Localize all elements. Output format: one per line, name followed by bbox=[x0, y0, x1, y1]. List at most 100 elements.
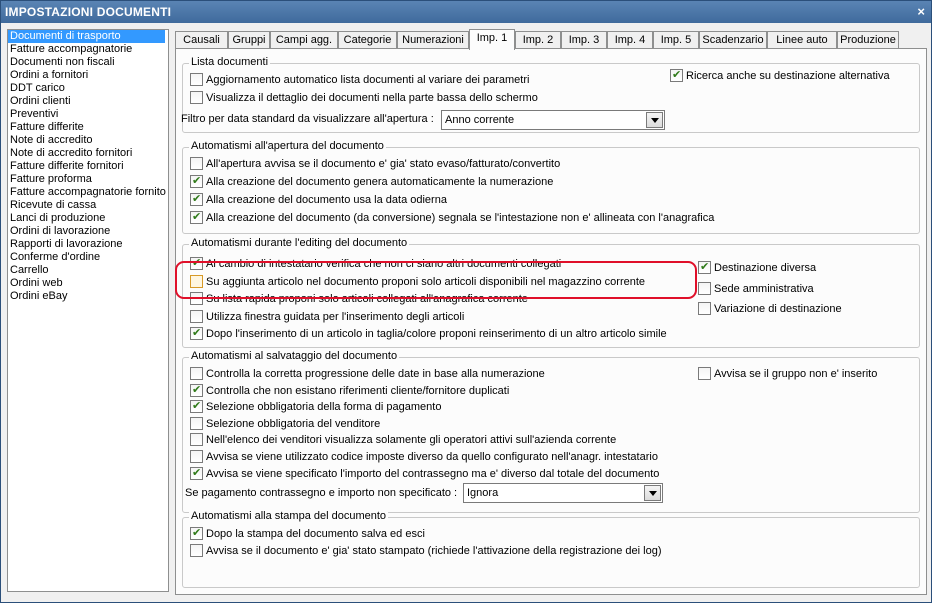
tab-categorie[interactable]: Categorie bbox=[338, 31, 397, 49]
tab-imp-4[interactable]: Imp. 4 bbox=[607, 31, 653, 49]
option-checkbox[interactable] bbox=[190, 309, 203, 323]
chevron-down-icon[interactable] bbox=[644, 485, 661, 501]
doc-type-item[interactable]: Ordini web bbox=[8, 277, 168, 290]
option-label: Al cambio di intestatario verifica che n… bbox=[206, 258, 562, 270]
search-alt-dest-option[interactable]: Ricerca anche su destinazione alternativ… bbox=[670, 68, 910, 83]
option-checkbox[interactable] bbox=[190, 416, 203, 430]
option-checkbox[interactable] bbox=[190, 157, 203, 170]
option-checkbox[interactable] bbox=[190, 466, 203, 480]
option-checkbox[interactable] bbox=[190, 174, 203, 188]
option-label: Dopo l'inserimento di un articolo in tag… bbox=[206, 328, 667, 341]
group-editing: Automatismi durante l'editing del docume… bbox=[182, 237, 920, 348]
destination-checkbox[interactable] bbox=[698, 302, 711, 315]
option-checkbox[interactable] bbox=[190, 210, 203, 224]
tab-campi-agg[interactable]: Campi agg. bbox=[270, 31, 338, 49]
option-label: Avvisa se viene utilizzato codice impost… bbox=[206, 451, 658, 463]
option-checkbox[interactable] bbox=[190, 433, 203, 447]
group-apertura: Automatismi all'apertura del documento A… bbox=[182, 140, 920, 234]
tab-produzione[interactable]: Produzione bbox=[837, 31, 899, 49]
document-type-list[interactable]: Documenti di trasporto Fatture accompagna… bbox=[7, 29, 169, 592]
doc-type-item[interactable]: Fatture accompagnatorie bbox=[8, 43, 168, 56]
doc-type-item[interactable]: Documenti non fiscali bbox=[8, 56, 168, 69]
window-title: IMPOSTAZIONI DOCUMENTI bbox=[5, 5, 172, 19]
search-alt-dest-checkbox[interactable] bbox=[670, 68, 683, 82]
doc-type-item[interactable]: Note di accredito bbox=[8, 134, 168, 147]
option-checkbox[interactable] bbox=[190, 256, 203, 270]
option-checkbox[interactable] bbox=[190, 326, 203, 341]
tab-imp-5[interactable]: Imp. 5 bbox=[653, 31, 699, 49]
destination-checkbox[interactable] bbox=[698, 281, 711, 295]
auto-update-label: Aggiornamento automatico lista documenti… bbox=[206, 74, 530, 86]
doc-type-item[interactable]: Lanci di produzione bbox=[8, 212, 168, 225]
destination-label: Variazione di destinazione bbox=[714, 303, 842, 315]
destination-checkbox[interactable] bbox=[698, 260, 711, 274]
doc-type-item[interactable]: Fatture differite fornitori bbox=[8, 160, 168, 173]
doc-type-item[interactable]: Ordini clienti bbox=[8, 95, 168, 108]
auto-update-option[interactable]: Aggiornamento automatico lista documenti… bbox=[190, 73, 670, 87]
doc-type-item[interactable]: Rapporti di lavorazione bbox=[8, 238, 168, 251]
option-checkbox[interactable] bbox=[190, 274, 203, 288]
option-label: Utilizza finestra guidata per l'inserime… bbox=[206, 310, 465, 323]
option-checkbox[interactable] bbox=[190, 526, 203, 540]
chevron-down-icon[interactable] bbox=[646, 112, 663, 128]
destination-label: Destinazione diversa bbox=[714, 262, 817, 274]
contrassegno-value: Ignora bbox=[467, 487, 499, 499]
doc-type-item[interactable]: Ordini a fornitori bbox=[8, 69, 168, 82]
group-warn-label: Avvisa se il gruppo non e' inserito bbox=[714, 368, 878, 380]
show-detail-option[interactable]: Visualizza il dettaglio dei documenti ne… bbox=[190, 91, 670, 105]
group-title: Automatismi durante l'editing del docume… bbox=[189, 237, 410, 249]
option-label: Dopo la stampa del documento salva ed es… bbox=[206, 528, 425, 540]
doc-type-item[interactable]: Documenti di trasporto bbox=[8, 30, 165, 43]
doc-type-item[interactable]: Ordini di lavorazione bbox=[8, 225, 168, 238]
doc-type-item[interactable]: Fatture accompagnatorie fornito bbox=[8, 186, 168, 199]
option-label: Alla creazione del documento usa la data… bbox=[206, 194, 447, 206]
option-checkbox[interactable] bbox=[190, 544, 203, 557]
doc-type-item[interactable]: Preventivi bbox=[8, 108, 168, 121]
auto-update-checkbox[interactable] bbox=[190, 73, 203, 86]
contrassegno-label: Se pagamento contrassegno e importo non … bbox=[185, 487, 458, 499]
doc-type-item[interactable]: DDT carico bbox=[8, 82, 168, 95]
doc-type-item[interactable]: Fatture proforma bbox=[8, 173, 168, 186]
option-checkbox[interactable] bbox=[190, 383, 203, 397]
date-filter-select[interactable]: Anno corrente bbox=[441, 110, 665, 130]
doc-type-item[interactable]: Ricevute di cassa bbox=[8, 199, 168, 212]
group-warn-option[interactable]: Avvisa se il gruppo non e' inserito bbox=[698, 367, 908, 381]
option-checkbox[interactable] bbox=[190, 399, 203, 414]
tab-imp-1[interactable]: Imp. 1 bbox=[469, 29, 515, 50]
settings-window: IMPOSTAZIONI DOCUMENTI × Documenti di tr… bbox=[0, 0, 932, 603]
doc-type-item[interactable]: Carrello bbox=[8, 264, 168, 277]
tab-imp-2[interactable]: Imp. 2 bbox=[515, 31, 561, 49]
tab-causali[interactable]: Causali bbox=[175, 31, 228, 49]
doc-type-item[interactable]: Fatture differite bbox=[8, 121, 168, 134]
destination-label: Sede amministrativa bbox=[714, 282, 814, 295]
option-label: Alla creazione del documento genera auto… bbox=[206, 176, 554, 188]
group-warn-checkbox[interactable] bbox=[698, 367, 711, 380]
option-label: All'apertura avvisa se il documento e' g… bbox=[206, 158, 561, 170]
tab-numerazioni[interactable]: Numerazioni bbox=[397, 31, 469, 49]
tab-scadenzario[interactable]: Scadenzario bbox=[699, 31, 767, 49]
group-title: Automatismi all'apertura del documento bbox=[189, 140, 386, 152]
option-checkbox[interactable] bbox=[190, 192, 203, 206]
option-label: Su lista rapida proponi solo articoli co… bbox=[206, 293, 528, 306]
show-detail-checkbox[interactable] bbox=[190, 91, 203, 104]
option-label: Nell'elenco dei venditori visualizza sol… bbox=[206, 434, 617, 447]
group-title: Automatismi al salvataggio del documento bbox=[189, 350, 400, 362]
title-bar[interactable]: IMPOSTAZIONI DOCUMENTI × bbox=[1, 1, 931, 23]
group-salvataggio: Automatismi al salvataggio del documento… bbox=[182, 350, 920, 513]
option-label: Alla creazione del documento (da convers… bbox=[206, 212, 715, 224]
show-detail-label: Visualizza il dettaglio dei documenti ne… bbox=[206, 92, 538, 104]
doc-type-item[interactable]: Ordini eBay bbox=[8, 290, 168, 303]
option-label: Controlla la corretta progressione delle… bbox=[206, 368, 545, 380]
doc-type-item[interactable]: Conferme d'ordine bbox=[8, 251, 168, 264]
tab-imp-3[interactable]: Imp. 3 bbox=[561, 31, 607, 49]
tab-gruppi[interactable]: Gruppi bbox=[228, 31, 270, 49]
option-checkbox[interactable] bbox=[190, 450, 203, 463]
contrassegno-select[interactable]: Ignora bbox=[463, 483, 663, 503]
tab-linee-auto[interactable]: Linee auto bbox=[767, 31, 837, 49]
close-icon[interactable]: × bbox=[917, 1, 925, 23]
option-label: Selezione obbligatoria del venditore bbox=[206, 417, 381, 430]
doc-type-item[interactable]: Note di accredito fornitori bbox=[8, 147, 168, 160]
option-label: Avvisa se il documento e' gia' stato sta… bbox=[206, 545, 662, 557]
option-checkbox[interactable] bbox=[190, 292, 203, 306]
option-checkbox[interactable] bbox=[190, 367, 203, 380]
